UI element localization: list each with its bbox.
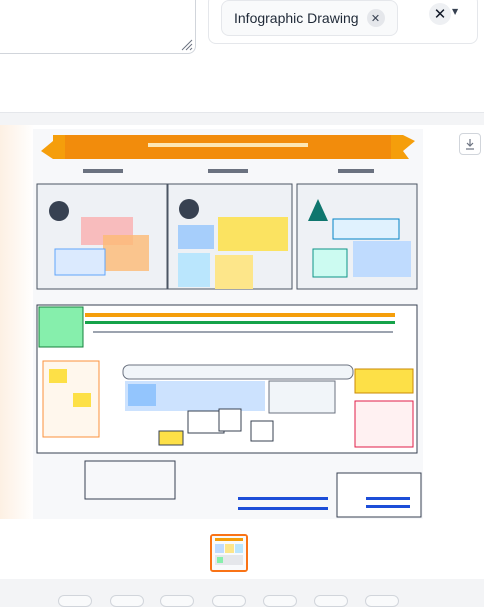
toolbar-button[interactable] xyxy=(160,595,194,607)
chevron-down-icon[interactable]: ▼ xyxy=(452,7,458,16)
close-icon: ✕ xyxy=(433,5,447,23)
gallery-edge xyxy=(0,125,34,519)
toolbar-button[interactable] xyxy=(110,595,144,607)
chip-label: Infographic Drawing xyxy=(234,10,359,26)
image-gallery xyxy=(0,125,484,579)
close-icon[interactable]: ✕ xyxy=(366,9,385,27)
bottom-toolbar xyxy=(0,579,484,607)
toolbar-button[interactable] xyxy=(58,595,92,607)
resize-handle-icon[interactable] xyxy=(181,39,193,51)
input-area: Infographic Drawing ✕ ✕ ▼ xyxy=(0,0,484,113)
style-dropdown[interactable]: Infographic Drawing ✕ ✕ ▼ xyxy=(208,0,478,44)
prompt-textarea[interactable] xyxy=(0,0,196,54)
generated-infographic-image[interactable] xyxy=(33,129,423,519)
clear-selection-button[interactable]: ✕ xyxy=(429,3,451,25)
gallery-thumbnail[interactable] xyxy=(210,534,248,572)
selected-style-chip: Infographic Drawing ✕ xyxy=(221,0,398,36)
toolbar-button[interactable] xyxy=(314,595,348,607)
download-icon xyxy=(466,139,474,150)
toolbar-button[interactable] xyxy=(212,595,246,607)
download-button[interactable] xyxy=(459,133,481,155)
toolbar-button[interactable] xyxy=(263,595,297,607)
thumbnail-image xyxy=(212,536,246,570)
toolbar-button[interactable] xyxy=(365,595,399,607)
